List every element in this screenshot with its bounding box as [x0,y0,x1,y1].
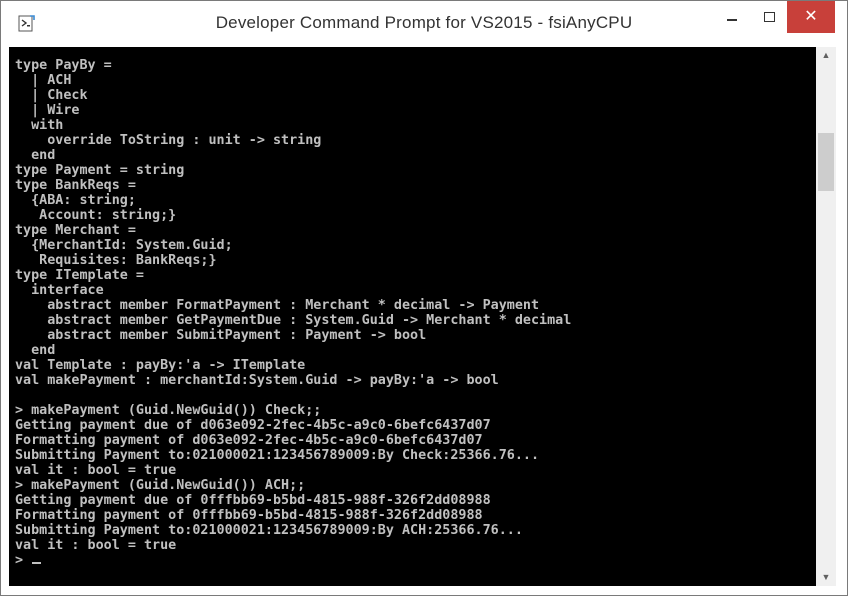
maximize-icon [764,12,775,22]
console-line: val makePayment : merchantId:System.Guid… [15,373,499,388]
console-line: > makePayment (Guid.NewGuid()) Check;; [15,403,322,418]
console-line: val Template : payBy:'a -> ITemplate [15,358,306,373]
console-line: type BankReqs = [15,178,136,193]
console-line: abstract member GetPaymentDue : System.G… [15,313,572,328]
console-output-area[interactable]: type PayBy = | ACH | Check | Wire with o… [9,47,816,586]
console-line: val it : bool = true [15,538,177,553]
console-line: > makePayment (Guid.NewGuid()) ACH;; [15,478,306,493]
title-bar[interactable]: Developer Command Prompt for VS2015 - fs… [1,1,847,47]
console-line: abstract member SubmitPayment : Payment … [15,328,427,343]
console-line: | Check [15,88,88,103]
console-line: end [15,343,56,358]
vertical-scrollbar[interactable]: ▲ ▼ [816,47,836,586]
console-line: Formatting payment of 0fffbb69-b5bd-4815… [15,508,483,523]
console-text: type PayBy = | ACH | Check | Wire with o… [15,58,571,568]
console-line: type Payment = string [15,163,185,178]
console-line: Account: string;} [15,208,177,223]
console-line: Formatting payment of d063e092-2fec-4b5c… [15,433,483,448]
console-line: {MerchantId: System.Guid; [15,238,233,253]
console-line: Getting payment due of 0fffbb69-b5bd-481… [15,493,491,508]
console-line: | ACH [15,73,72,88]
console-line: interface [15,283,104,298]
scroll-up-arrow-icon[interactable]: ▲ [816,47,836,64]
console-line: override ToString : unit -> string [15,133,322,148]
console-line: | Wire [15,103,80,118]
text-cursor [32,562,42,564]
console-line: Requisites: BankReqs;} [15,253,217,268]
minimize-button[interactable] [713,1,751,33]
console-line: {ABA: string; [15,193,136,208]
console-line: with [15,118,64,133]
console-line: type PayBy = [15,58,112,73]
console-prompt: > [15,553,32,568]
minimize-icon [727,19,737,21]
close-icon: ✕ [804,6,818,25]
console-line: Submitting Payment to:021000021:12345678… [15,523,523,538]
console-window: Developer Command Prompt for VS2015 - fs… [0,0,848,596]
console-line: abstract member FormatPayment : Merchant… [15,298,540,313]
scroll-thumb[interactable] [818,133,834,191]
scroll-down-arrow-icon[interactable]: ▼ [816,569,836,586]
maximize-button[interactable] [751,1,787,33]
console-line: end [15,148,56,163]
close-button[interactable]: ✕ [787,1,835,33]
console-line: type Merchant = [15,223,136,238]
console-line: Getting payment due of d063e092-2fec-4b5… [15,418,491,433]
console-line: Submitting Payment to:021000021:12345678… [15,448,540,463]
console-line: type ITemplate = [15,268,144,283]
console-line: val it : bool = true [15,463,177,478]
